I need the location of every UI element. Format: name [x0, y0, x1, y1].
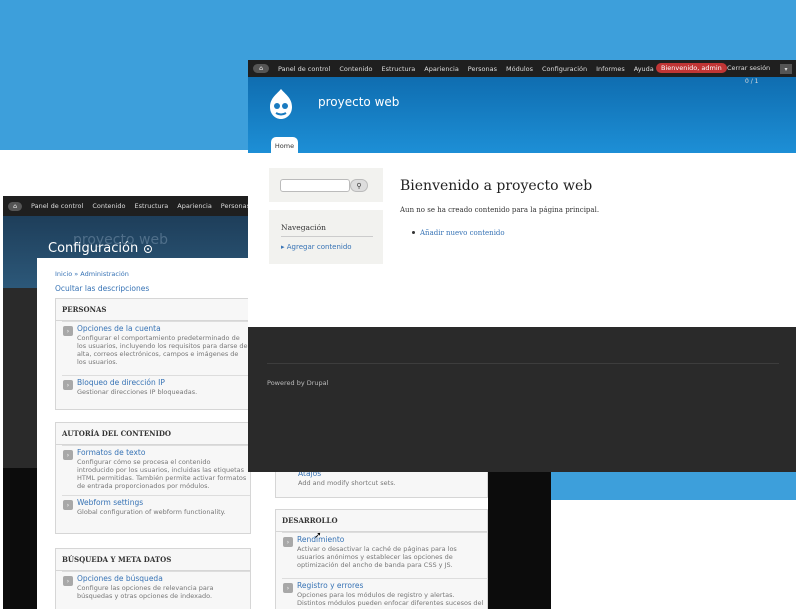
- toolbar-item[interactable]: Contenido: [92, 202, 125, 210]
- site-name[interactable]: proyecto web: [318, 95, 399, 109]
- site-header: proyecto web Home: [248, 77, 796, 154]
- list-item[interactable]: › Registro y errores Opciones para los m…: [282, 578, 487, 609]
- list-item[interactable]: › Webform settings Global configuration …: [62, 495, 250, 533]
- powered-by[interactable]: Powered by Drupal: [267, 379, 328, 387]
- arrow-icon: ›: [283, 537, 293, 547]
- mouse-cursor-icon: ➚: [314, 531, 322, 541]
- box-header: PERSONAS: [56, 299, 250, 321]
- empty-text: Aun no se ha creado contenido para la pá…: [400, 206, 600, 214]
- item-title[interactable]: Opciones de búsqueda: [77, 574, 163, 583]
- drupal-logo-icon[interactable]: [268, 88, 294, 120]
- item-desc: Add and modify shortcut sets.: [298, 479, 396, 487]
- home-icon[interactable]: ⌂: [253, 64, 269, 73]
- toolbar-item[interactable]: Ayuda: [634, 65, 654, 73]
- item-desc: Gestionar direcciones IP bloqueadas.: [77, 388, 198, 396]
- list-item[interactable]: › Bloqueo de dirección IP Gestionar dire…: [62, 375, 250, 409]
- item-desc: Global configuration of webform function…: [77, 508, 226, 516]
- hide-descriptions-link[interactable]: Ocultar las descripciones: [55, 284, 149, 293]
- overlay-title-text: Configuración: [48, 241, 139, 256]
- item-desc: Configurar cómo se procesa el contenido …: [77, 458, 247, 490]
- homepage-window: ⌂ Panel de control Contenido Estructura …: [248, 60, 796, 472]
- add-new-content-link[interactable]: Añadir nuevo contenido: [420, 229, 505, 237]
- box-header: BÚSQUEDA Y META DATOS: [56, 549, 250, 571]
- arrow-icon: ›: [63, 450, 73, 460]
- item-desc: Activar o desactivar la caché de páginas…: [297, 545, 457, 569]
- toolbar-item[interactable]: Contenido: [339, 65, 372, 73]
- add-content-link-label[interactable]: Agregar contenido: [287, 243, 352, 251]
- arrow-icon: ›: [63, 380, 73, 390]
- footer: Powered by Drupal: [248, 327, 796, 472]
- toolbar-item[interactable]: Personas: [221, 202, 250, 210]
- toolbar-item[interactable]: Informes: [596, 65, 625, 73]
- box-busqueda: BÚSQUEDA Y META DATOS › Opciones de búsq…: [55, 548, 251, 609]
- list-item[interactable]: › Opciones de la cuenta Configurar el co…: [62, 321, 250, 375]
- shortcut-count: 0 / 1: [745, 78, 759, 85]
- item-title[interactable]: Formatos de texto: [77, 448, 145, 457]
- toolbar-item[interactable]: Apariencia: [177, 202, 212, 210]
- search-input[interactable]: [280, 179, 350, 192]
- toolbar-item[interactable]: Panel de control: [31, 202, 83, 210]
- add-content-link[interactable]: ▸ Agregar contenido: [281, 243, 352, 251]
- page-title: Bienvenido a proyecto web: [400, 178, 593, 194]
- arrow-icon: ›: [63, 326, 73, 336]
- toolbar-item[interactable]: Apariencia: [424, 65, 459, 73]
- box-autoria: AUTORÍA DEL CONTENIDO › Formatos de text…: [55, 422, 251, 534]
- box-personas: PERSONAS › Opciones de la cuenta Configu…: [55, 298, 251, 410]
- welcome-badge[interactable]: Bienvenido, admin: [656, 63, 727, 73]
- nav-title: Navegación: [281, 223, 326, 232]
- search-icon[interactable]: ⚲: [350, 179, 368, 192]
- tab-home[interactable]: Home: [271, 137, 298, 154]
- item-title[interactable]: Registro y errores: [297, 581, 363, 590]
- breadcrumb[interactable]: Inicio » Administración: [55, 270, 129, 278]
- arrow-icon: ›: [63, 500, 73, 510]
- item-title[interactable]: Opciones de la cuenta: [77, 324, 161, 333]
- item-desc: Opciones para los módulos de registro y …: [297, 591, 484, 607]
- toolbar-item[interactable]: Configuración: [542, 65, 587, 73]
- item-desc: Configurar el comportamiento predetermin…: [77, 334, 248, 366]
- overlay-title: Configuración: [48, 241, 153, 256]
- toolbar-item[interactable]: Personas: [468, 65, 497, 73]
- divider: [281, 236, 373, 237]
- bullet-icon: [412, 231, 415, 234]
- list-item[interactable]: › Rendimiento Activar o desactivar la ca…: [282, 532, 487, 578]
- box-header: AUTORÍA DEL CONTENIDO: [56, 423, 250, 445]
- item-desc: Configure las opciones de relevancia par…: [77, 584, 214, 600]
- shortcuts-toggle-icon[interactable]: ▾: [780, 64, 792, 74]
- item-title[interactable]: Bloqueo de dirección IP: [77, 378, 165, 387]
- toolbar-item[interactable]: Estructura: [382, 65, 416, 73]
- toolbar-item[interactable]: Estructura: [135, 202, 169, 210]
- home-icon[interactable]: ⌂: [8, 201, 22, 211]
- box-desarrollo: DESARROLLO › Rendimiento Activar o desac…: [275, 509, 488, 609]
- logout-link[interactable]: Cerrar sesión: [727, 64, 770, 72]
- box-header: DESARROLLO: [276, 510, 487, 532]
- divider: [267, 363, 779, 364]
- toolbar-item[interactable]: Panel de control: [278, 65, 330, 73]
- shortcut-add-icon[interactable]: [144, 244, 153, 253]
- search-block: ⚲: [269, 168, 383, 202]
- item-title[interactable]: Webform settings: [77, 498, 143, 507]
- arrow-icon: ›: [283, 583, 293, 593]
- toolbar-item[interactable]: Módulos: [506, 65, 533, 73]
- arrow-icon: ›: [63, 576, 73, 586]
- list-item[interactable]: › Opciones de búsqueda Configure las opc…: [62, 571, 250, 609]
- list-item[interactable]: › Formatos de texto Configurar cómo se p…: [62, 445, 250, 495]
- navigation-block: Navegación ▸ Agregar contenido: [269, 210, 383, 264]
